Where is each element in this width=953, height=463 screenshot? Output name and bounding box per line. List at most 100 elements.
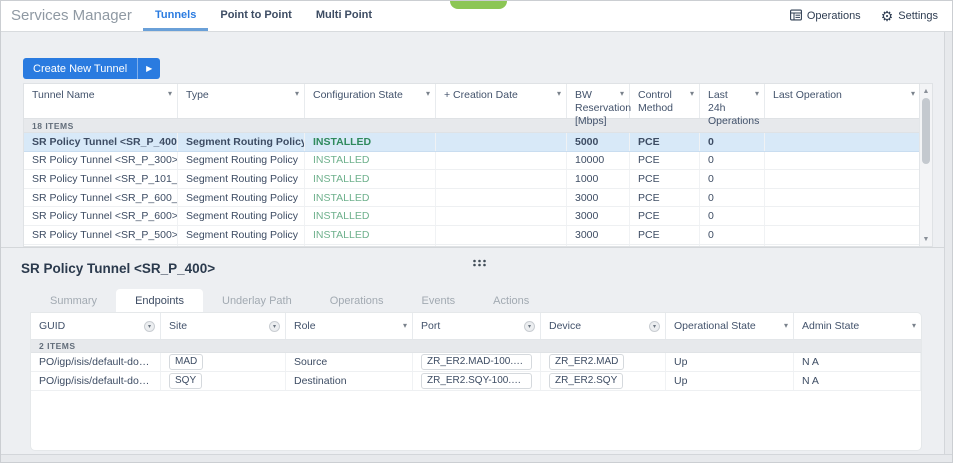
scrollbar-thumb[interactable]: [922, 98, 930, 164]
endpoint-row[interactable]: PO/igp/isis/default-domain/ZR... SQY Des…: [31, 372, 921, 391]
tab-events[interactable]: Events: [403, 289, 475, 313]
col-header-port[interactable]: Port ▾: [413, 313, 541, 339]
port-chip: ZR_ER2.SQY-100.0.0.157 (route...: [421, 373, 532, 389]
chevron-down-icon: ▾: [167, 89, 172, 98]
create-new-tunnel-button[interactable]: Create New Tunnel ▶: [23, 58, 161, 79]
toast-notification-partial: [450, 1, 507, 9]
tunnels-table: Tunnel Name ▾ Type ▾ Configuration State ▾ …: [23, 83, 933, 247]
app-header: Services Manager Tunnels Point to Point …: [1, 1, 952, 32]
last-24h-cell: 0: [700, 188, 765, 207]
window-right-scrollbar[interactable]: [944, 32, 952, 456]
port-cell: ZR_ER2.MAD-100.0.0.127 (route...: [413, 353, 541, 371]
bw-cell: 1000: [567, 170, 630, 188]
filter-icon[interactable]: ▾: [144, 321, 155, 332]
scroll-up-icon[interactable]: ▲: [920, 85, 932, 97]
col-header-admin-state[interactable]: Admin State ▾: [794, 313, 921, 339]
last-operation-cell: [765, 225, 920, 244]
operations-button[interactable]: Operations: [789, 9, 861, 24]
role-cell: Destination: [286, 372, 413, 390]
type-cell: Segment Routing Policy: [178, 188, 305, 207]
control-method-cell: PCE: [630, 207, 700, 225]
tab-tunnels[interactable]: Tunnels: [143, 1, 209, 31]
col-header-last-operation[interactable]: Last Operation ▾: [765, 84, 920, 118]
creation-date-cell: [436, 170, 567, 188]
col-header-site[interactable]: Site ▾: [161, 313, 286, 339]
items-count-row: 2 ITEMS: [31, 340, 921, 353]
table-row[interactable]: SR Policy Tunnel <SR_P_101_reverse> Segm…: [24, 170, 920, 189]
tunnel-name-cell: SR Policy Tunnel <SR_P_600_reverse>: [24, 188, 178, 207]
config-state-cell: INSTALLED: [305, 207, 436, 225]
col-header-control-method[interactable]: Control Method ▾: [630, 84, 700, 118]
col-header-configuration-state[interactable]: Configuration State ▾: [305, 84, 436, 118]
items-count-row: 18 ITEMS: [24, 119, 920, 133]
guid-cell: PO/igp/isis/default-domain/ZR...: [31, 372, 161, 390]
col-header-last-24h-operations[interactable]: Last 24h Operations ▾: [700, 84, 765, 127]
filter-icon[interactable]: ▾: [269, 321, 280, 332]
table-row[interactable]: SR Policy Tunnel <SR_P_300> Segment Rout…: [24, 151, 920, 171]
window-bottom-scrollbar[interactable]: [1, 454, 952, 462]
last-operation-cell: [765, 207, 920, 225]
tab-multi-point-label: Multi Point: [315, 8, 373, 21]
site-cell: SQY: [161, 372, 286, 390]
col-header-guid[interactable]: GUID ▾: [31, 313, 161, 339]
last-operation-cell: [765, 133, 920, 151]
chevron-down-icon: ▾: [294, 89, 299, 98]
table-row[interactable]: SR Policy Tunnel <SR_P_600_reverse> Segm…: [24, 188, 920, 208]
tunnel-name-cell: SR Policy Tunnel <SR_P_400>: [24, 133, 178, 151]
chevron-down-icon: ▾: [402, 321, 407, 330]
settings-button[interactable]: ⚙ Settings: [881, 9, 938, 23]
col-header-bw-reservation[interactable]: BW Reservation [Mbps] ▾: [567, 84, 631, 127]
chevron-down-icon: ▾: [783, 321, 788, 330]
bw-cell: 3000: [567, 207, 630, 225]
col-header-role[interactable]: Role ▾: [286, 313, 413, 339]
scroll-down-icon[interactable]: ▼: [920, 233, 932, 245]
control-method-cell: PCE: [630, 133, 700, 151]
col-header-device[interactable]: Device ▾: [541, 313, 666, 339]
tab-point-to-point[interactable]: Point to Point: [208, 1, 303, 31]
last-24h-cell: 0: [700, 133, 765, 151]
bw-cell: 3000: [567, 188, 630, 207]
type-cell: Segment Routing Policy: [178, 133, 305, 151]
tab-actions[interactable]: Actions: [474, 289, 548, 313]
last-24h-cell: 0: [700, 225, 765, 244]
chevron-down-icon: ▾: [556, 89, 561, 98]
device-chip: ZR_ER2.SQY: [549, 373, 624, 389]
create-tunnel-dropdown-arrow-icon[interactable]: ▶: [137, 58, 160, 79]
endpoint-row[interactable]: PO/igp/isis/default-domain/ZR... MAD Sou…: [31, 353, 921, 372]
tab-multi-point[interactable]: Multi Point: [304, 1, 384, 31]
col-header-operational-state[interactable]: Operational State ▾: [666, 313, 794, 339]
col-header-tunnel-name[interactable]: Tunnel Name ▾: [24, 84, 178, 118]
admin-state-cell: N A: [794, 372, 921, 390]
main-nav-tabs: Tunnels Point to Point Multi Point: [143, 1, 384, 31]
type-cell: Segment Routing Policy: [178, 170, 305, 188]
col-header-type[interactable]: Type ▾: [178, 84, 305, 118]
chevron-down-icon: ▾: [619, 89, 624, 98]
site-cell: MAD: [161, 353, 286, 371]
type-cell: Segment Routing Policy: [178, 151, 305, 170]
bw-cell: 5000: [567, 133, 630, 151]
chevron-down-icon: ▾: [910, 89, 915, 98]
detail-tabs: Summary Endpoints Underlay Path Operatio…: [31, 289, 548, 313]
table-scrollbar[interactable]: ▲ ▼: [919, 84, 932, 246]
tab-underlay-path[interactable]: Underlay Path: [203, 289, 311, 313]
config-state-cell: INSTALLED: [305, 225, 436, 244]
create-new-tunnel-label: Create New Tunnel: [33, 62, 128, 75]
tab-endpoints[interactable]: Endpoints: [116, 289, 203, 313]
services-manager-app: Services Manager Tunnels Point to Point …: [0, 0, 953, 463]
panel-resize-handle-icon[interactable]: [472, 254, 488, 272]
site-chip: SQY: [169, 373, 203, 389]
control-method-cell: PCE: [630, 151, 700, 170]
table-row-selected[interactable]: SR Policy Tunnel <SR_P_400> Segment Rout…: [24, 133, 920, 152]
col-header-creation-date[interactable]: + Creation Date ▾: [436, 84, 567, 118]
table-row[interactable]: SR Policy Tunnel <SR_P_600> Segment Rout…: [24, 207, 920, 226]
tab-summary[interactable]: Summary: [31, 289, 116, 313]
last-24h-cell: 0: [700, 207, 765, 225]
guid-cell: PO/igp/isis/default-domain/ZR...: [31, 353, 161, 371]
filter-icon[interactable]: ▾: [649, 321, 660, 332]
table-row[interactable]: SR Policy Tunnel <SR_P_500> Segment Rout…: [24, 225, 920, 245]
last-operation-cell: [765, 170, 920, 188]
tab-operations[interactable]: Operations: [311, 289, 403, 313]
filter-icon[interactable]: ▾: [524, 321, 535, 332]
device-cell: ZR_ER2.SQY: [541, 372, 666, 390]
tunnels-table-header: Tunnel Name ▾ Type ▾ Configuration State ▾ …: [24, 84, 920, 127]
